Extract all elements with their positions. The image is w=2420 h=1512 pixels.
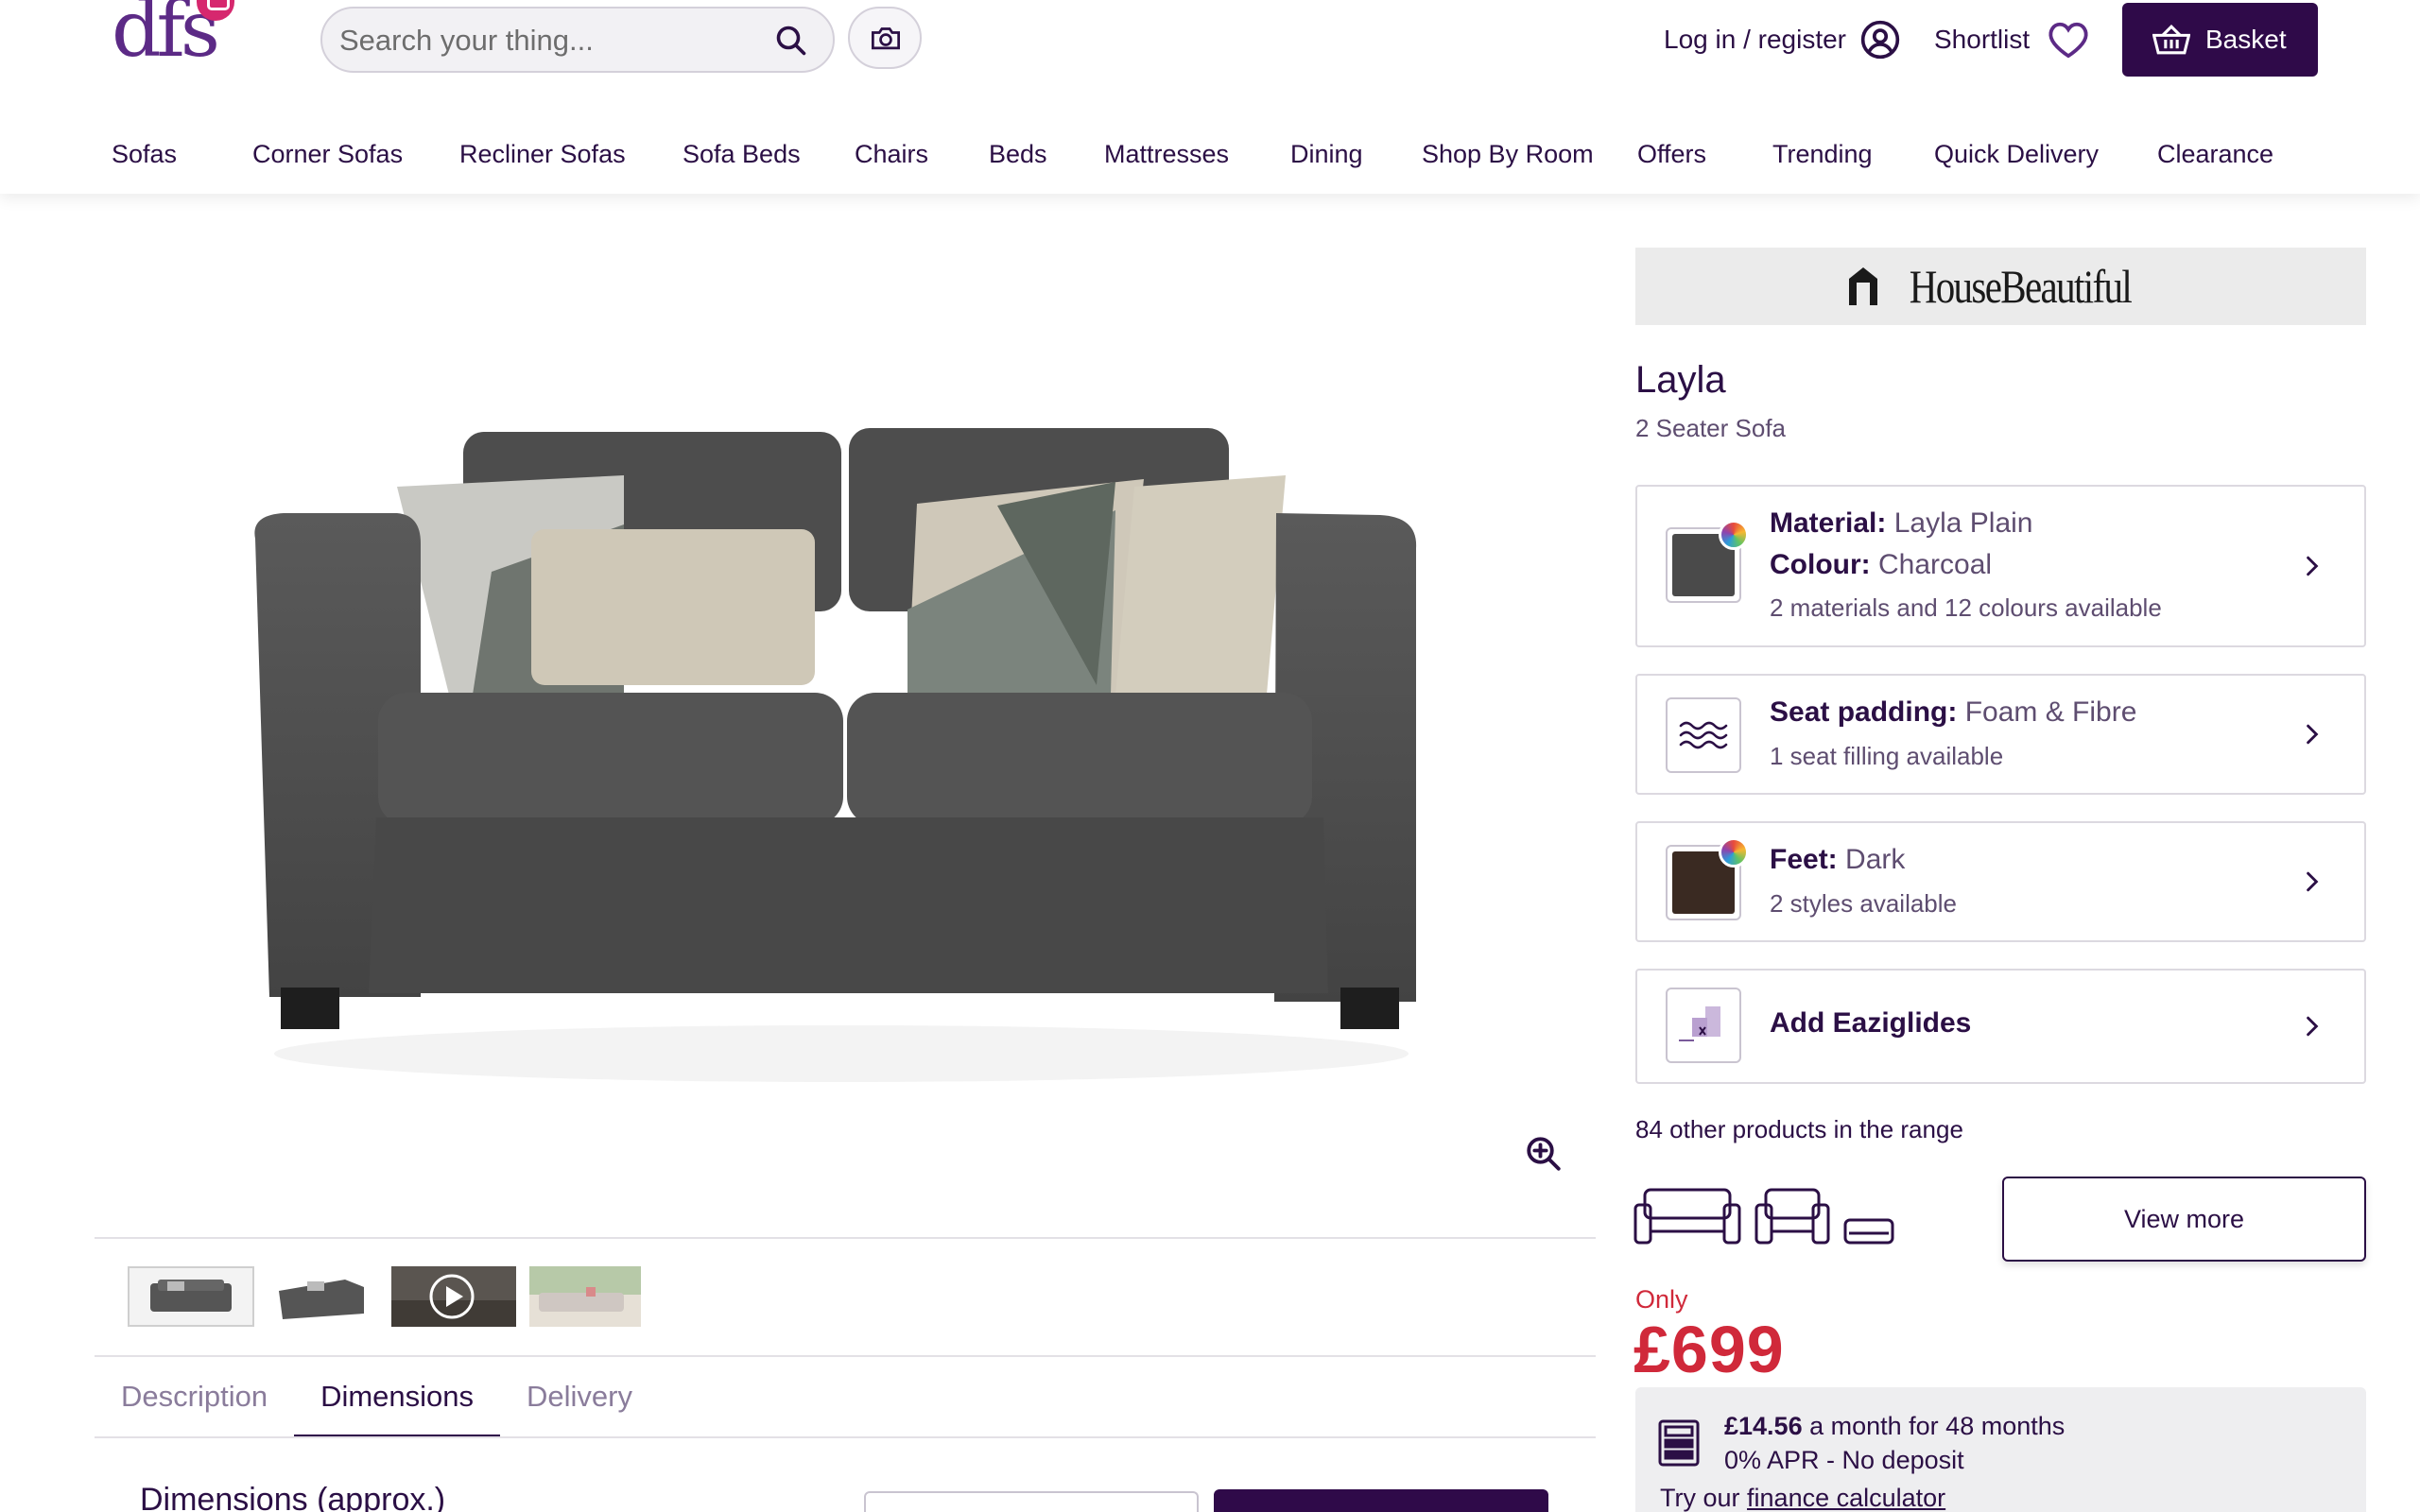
material-value: Layla Plain (1893, 507, 2033, 539)
material-label: Material: (1770, 507, 1887, 539)
nav-item-trending[interactable]: Trending (1772, 140, 1934, 169)
visual-search-button[interactable] (848, 7, 922, 69)
calculator-icon (1658, 1419, 1700, 1467)
product-price: £699 (1634, 1313, 1785, 1386)
dimensions-title: Dimensions (approx.) (140, 1482, 446, 1512)
basket-icon (2152, 24, 2190, 55)
padding-label: Seat padding: (1770, 696, 1958, 728)
nav-item-recliner-sofas[interactable]: Recliner Sofas (459, 140, 680, 169)
site-header: dfs Log in / register Shortlist Basket S… (0, 0, 2420, 194)
dfs-logo[interactable]: dfs (112, 0, 253, 83)
main-nav: Sofas Corner Sofas Recliner Sofas Sofa B… (112, 140, 2299, 169)
colour-wheel-icon (1719, 837, 1749, 868)
eaziglides-label: Add Eaziglides (1770, 1007, 1972, 1039)
thumbnail-room[interactable] (529, 1266, 641, 1327)
range-count-text: 84 other products in the range (1635, 1115, 1963, 1143)
login-label: Log in / register (1664, 25, 1846, 54)
finance-apr: 0% APR - No deposit (1724, 1446, 1964, 1474)
brand-banner: HouseBeautiful (1635, 248, 2366, 325)
view-more-button[interactable]: View more (2002, 1177, 2366, 1262)
finance-monthly-amount: £14.56 (1724, 1412, 1803, 1440)
eaziglides-option[interactable]: Add Eaziglides (1635, 969, 2366, 1084)
brand-name: HouseBeautiful (1909, 260, 2132, 313)
nav-item-sofa-beds[interactable]: Sofa Beds (683, 140, 856, 169)
product-type: 2 Seater Sofa (1635, 414, 1786, 442)
zoom-in-icon[interactable] (1524, 1134, 1564, 1174)
search-icon[interactable] (774, 24, 808, 58)
price-prefix: Only (1635, 1285, 1688, 1314)
feet-option[interactable]: Feet: Dark 2 styles available (1635, 821, 2366, 942)
padding-availability: 1 seat filling available (1770, 742, 2004, 770)
nav-item-sofas[interactable]: Sofas (112, 140, 233, 169)
nav-item-corner-sofas[interactable]: Corner Sofas (252, 140, 461, 169)
seat-filling-icon (1679, 721, 1728, 749)
seat-padding-option[interactable]: Seat padding: Foam & Fibre 1 seat fillin… (1635, 674, 2366, 795)
feet-value: Dark (1845, 844, 1906, 875)
product-info-tabs: Description Dimensions Delivery (95, 1357, 659, 1438)
units-toggle-button-1[interactable] (864, 1491, 1199, 1512)
armchair-range-icon (1754, 1188, 1830, 1245)
sofa-range-icon (1634, 1188, 1741, 1245)
finance-terms: a month for 48 months (1809, 1412, 2066, 1440)
gallery-divider (95, 1237, 1596, 1239)
product-name: Layla (1635, 359, 1726, 401)
basket-label: Basket (2205, 25, 2287, 54)
colour-value: Charcoal (1877, 549, 1993, 580)
product-main-image[interactable] (95, 373, 1598, 1205)
nav-item-shop-by-room[interactable]: Shop By Room (1422, 140, 1637, 169)
tab-dimensions[interactable]: Dimensions (294, 1357, 500, 1438)
search-bar (320, 7, 835, 73)
chevron-right-icon (2307, 556, 2319, 576)
tab-delivery[interactable]: Delivery (500, 1357, 659, 1436)
feet-availability: 2 styles available (1770, 889, 1957, 918)
nav-item-offers[interactable]: Offers (1637, 140, 1773, 169)
house-logo-icon (1848, 267, 1877, 305)
tab-description[interactable]: Description (95, 1357, 294, 1436)
finance-box: £14.56 a month for 48 months 0% APR - No… (1635, 1387, 2366, 1512)
chevron-right-icon (2307, 871, 2319, 892)
seat-padding-swatch (1666, 697, 1741, 773)
account-icon (1860, 20, 1900, 60)
eaziglides-icon (1679, 1006, 1720, 1041)
feet-swatch (1666, 837, 1749, 920)
play-video-icon (391, 1274, 516, 1327)
eaziglides-swatch (1666, 988, 1741, 1063)
nav-item-mattresses[interactable]: Mattresses (1104, 140, 1290, 169)
colour-wheel-icon (1719, 520, 1749, 550)
tabs-divider-bottom (95, 1436, 1596, 1438)
finance-calculator-link[interactable]: finance calculator (1747, 1484, 1945, 1512)
nav-item-beds[interactable]: Beds (989, 140, 1103, 169)
shortlist-label: Shortlist (1934, 25, 2031, 54)
finance-try-text: Try our (1660, 1484, 1740, 1512)
heart-icon (2048, 22, 2088, 59)
chevron-right-icon (2307, 724, 2319, 745)
basket-button[interactable]: Basket (2122, 3, 2318, 77)
thumbnail-angle[interactable] (269, 1266, 396, 1327)
material-colour-option[interactable]: Material: Layla Plain Colour: Charcoal 2… (1635, 485, 2366, 647)
footstool-range-icon (1843, 1218, 1894, 1245)
nav-item-dining[interactable]: Dining (1290, 140, 1423, 169)
thumbnail-front[interactable] (128, 1266, 254, 1327)
material-availability: 2 materials and 12 colours available (1770, 593, 2162, 622)
chevron-right-icon (2307, 1016, 2319, 1037)
colour-label: Colour: (1770, 549, 1871, 580)
search-input[interactable] (339, 20, 755, 61)
nav-item-chairs[interactable]: Chairs (855, 140, 987, 169)
nav-item-quick-delivery[interactable]: Quick Delivery (1934, 140, 2157, 169)
camera-icon (872, 27, 900, 50)
padding-value: Foam & Fibre (1964, 696, 2137, 728)
units-toggle-button-2[interactable] (1214, 1489, 1548, 1512)
nav-item-clearance[interactable]: Clearance (2157, 140, 2299, 169)
feet-label: Feet: (1770, 844, 1838, 875)
login-register-link[interactable]: Log in / register (1664, 13, 1901, 66)
colour-swatch (1666, 520, 1749, 603)
shortlist-link[interactable]: Shortlist (1934, 13, 2090, 66)
range-product-icons (1634, 1188, 1894, 1245)
thumbnail-video[interactable] (391, 1266, 516, 1327)
